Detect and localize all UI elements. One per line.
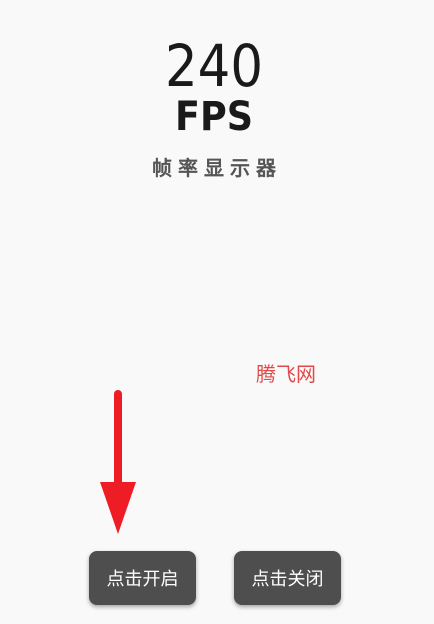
fps-logo: 240 FPS [165,32,263,140]
watermark-text: 腾飞网 [256,362,316,386]
fps-number: 240 [165,32,263,100]
app-subtitle: 帧率显示器 [152,156,282,180]
arrow-down-icon [100,390,136,534]
fps-unit: FPS [175,94,253,140]
stop-button[interactable]: 点击关闭 [234,551,341,605]
start-button[interactable]: 点击开启 [89,551,196,605]
